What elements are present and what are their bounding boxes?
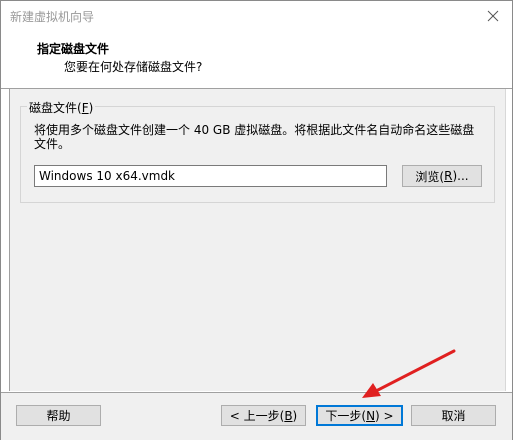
disk-file-description: 将使用多个磁盘文件创建一个 40 GB 虚拟磁盘。将根据此文件名自动命名这些磁盘… <box>34 123 475 151</box>
close-button[interactable] <box>480 4 506 28</box>
page-subtitle: 您要在何处存储磁盘文件? <box>64 60 203 74</box>
browse-button[interactable]: 浏览(R)... <box>402 165 482 187</box>
disk-file-input[interactable] <box>34 165 387 187</box>
disk-file-group-label: 磁盘文件(F) <box>27 99 96 116</box>
help-button[interactable]: 帮助 <box>16 405 101 426</box>
close-icon <box>487 10 499 22</box>
wizard-body: 磁盘文件(F) 将使用多个磁盘文件创建一个 40 GB 虚拟磁盘。将根据此文件名… <box>9 89 506 391</box>
cancel-button[interactable]: 取消 <box>411 405 496 426</box>
wizard-footer: 帮助 < 上一步(B) 下一步(N) > 取消 <box>1 392 512 440</box>
window-title: 新建虚拟机向导 <box>10 10 95 24</box>
next-button[interactable]: 下一步(N) > <box>316 405 403 426</box>
wizard-header: 指定磁盘文件 您要在何处存储磁盘文件? <box>1 31 512 89</box>
disk-file-group: 磁盘文件(F) 将使用多个磁盘文件创建一个 40 GB 虚拟磁盘。将根据此文件名… <box>20 99 495 203</box>
title-bar: 新建虚拟机向导 <box>1 1 512 31</box>
page-title: 指定磁盘文件 <box>37 42 110 56</box>
back-button[interactable]: < 上一步(B) <box>221 405 306 426</box>
wizard-window: 新建虚拟机向导 指定磁盘文件 您要在何处存储磁盘文件? 磁盘文件(F) 将使用多… <box>0 0 513 440</box>
